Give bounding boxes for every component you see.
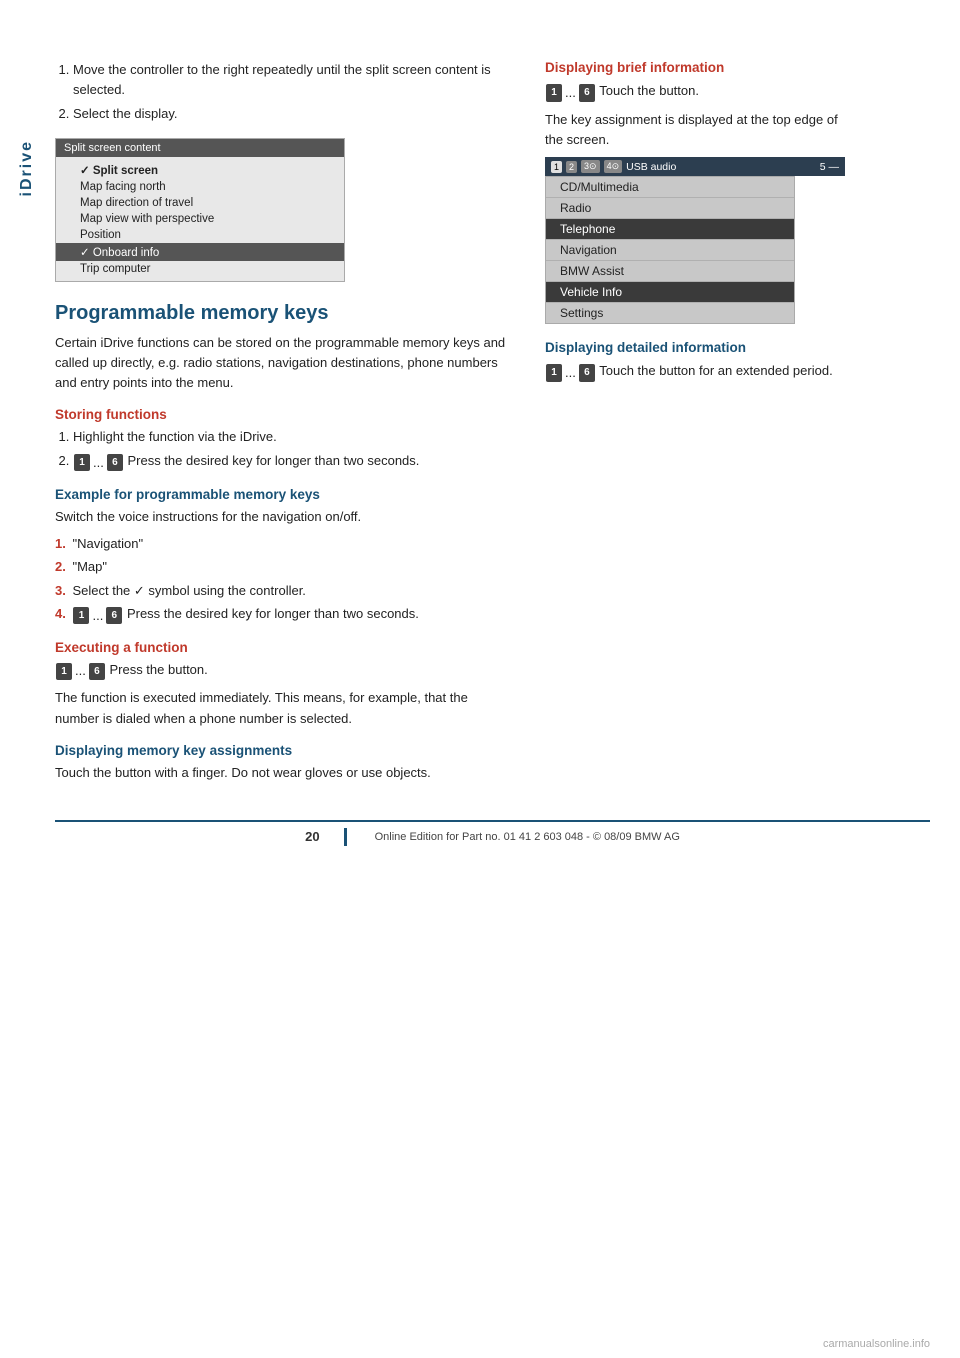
example-item-4: 4. 1 ... 6 Press the desired key for lon… xyxy=(55,604,515,625)
footer-bar xyxy=(344,828,347,846)
split-item-7: Trip computer xyxy=(56,261,344,277)
executing-heading: Executing a function xyxy=(55,640,515,655)
footer: 20 Online Edition for Part no. 01 41 2 6… xyxy=(55,820,930,846)
split-item-2: Map facing north xyxy=(56,179,344,195)
key-badge-6-store: 6 xyxy=(107,454,123,471)
example-item-1: 1. "Navigation" xyxy=(55,534,515,554)
executing-body: The function is executed immediately. Th… xyxy=(55,688,515,728)
key-badge-1-brief: 1 xyxy=(546,84,562,102)
example-heading: Example for programmable memory keys xyxy=(55,487,515,502)
menu-bmw-assist: BMW Assist xyxy=(546,261,794,282)
key-badge-6-detailed: 6 xyxy=(579,364,595,382)
key-badge-1-store: 1 xyxy=(74,454,90,471)
detailed-info-keys: 1 ... 6 Touch the button for an extended… xyxy=(545,361,845,383)
key-row-example: 1 ... 6 xyxy=(72,606,123,626)
key-row-brief: 1 ... 6 xyxy=(545,83,596,103)
example-item-2: 2. "Map" xyxy=(55,557,515,577)
key-row-store: 1 ... 6 xyxy=(73,453,124,473)
menu-telephone: Telephone xyxy=(546,219,794,240)
storing-step-2: 1 ... 6 Press the desired key for longer… xyxy=(73,451,515,472)
split-item-4: Map view with perspective xyxy=(56,211,344,227)
step-2: Select the display. xyxy=(73,104,515,124)
key-badge-6-exec: 6 xyxy=(89,663,105,681)
menu-radio: Radio xyxy=(546,198,794,219)
usb-label: USB audio xyxy=(626,161,676,173)
split-screen-image: Split screen content Split screen Map fa… xyxy=(55,138,345,282)
footer-page: 20 xyxy=(305,829,319,844)
menu-settings: Settings xyxy=(546,303,794,323)
menu-navigation: Navigation xyxy=(546,240,794,261)
split-item-1: Split screen xyxy=(56,161,344,179)
storing-functions-list: Highlight the function via the iDrive. 1… xyxy=(55,427,515,473)
sidebar-label: iDrive xyxy=(18,140,36,196)
key-badge-1-exec: 1 xyxy=(56,663,72,681)
step-1: Move the controller to the right repeate… xyxy=(73,60,515,99)
key-row-detailed: 1 ... 6 xyxy=(545,363,596,383)
key-row-execute: 1 ... 6 xyxy=(55,661,106,681)
footer-text: Online Edition for Part no. 01 41 2 603 … xyxy=(375,831,680,843)
example-item-3: 3. Select the ✓ symbol using the control… xyxy=(55,581,515,601)
menu-cd: CD/Multimedia xyxy=(546,177,794,198)
programmable-heading: Programmable memory keys xyxy=(55,302,515,325)
brief-info-heading: Displaying brief information xyxy=(545,60,845,75)
executing-keys: 1 ... 6 Press the button. xyxy=(55,660,515,682)
watermark: carmanualsonline.info xyxy=(823,1338,930,1350)
displaying-memory-heading: Displaying memory key assignments xyxy=(55,743,515,758)
key-badge-1-detailed: 1 xyxy=(546,364,562,382)
brief-info-keys: 1 ... 6 Touch the button. xyxy=(545,81,845,103)
key-badge-6-example: 6 xyxy=(106,607,122,624)
usb-num-1: 1 xyxy=(551,161,562,173)
usb-num-3: 3⊙ xyxy=(581,160,600,173)
usb-bar: 1 2 3⊙ 4⊙ USB audio 5 — xyxy=(545,157,845,176)
split-screen-title: Split screen content xyxy=(56,139,344,157)
split-item-5: Position xyxy=(56,227,344,243)
key-badge-1-example: 1 xyxy=(73,607,89,624)
usb-num-2: 2 xyxy=(566,161,577,173)
detailed-info-heading: Displaying detailed information xyxy=(545,340,845,355)
programmable-body: Certain iDrive functions can be stored o… xyxy=(55,333,515,393)
menu-vehicle-info: Vehicle Info xyxy=(546,282,794,303)
split-item-3: Map direction of travel xyxy=(56,195,344,211)
usb-num-4: 4⊙ xyxy=(604,160,623,173)
split-screen-body: Split screen Map facing north Map direct… xyxy=(56,157,344,281)
usb-page: 5 — xyxy=(820,161,839,173)
example-body: Switch the voice instructions for the na… xyxy=(55,507,515,527)
storing-step-1: Highlight the function via the iDrive. xyxy=(73,427,515,447)
menu-list: CD/Multimedia Radio Telephone Navigation… xyxy=(545,176,795,324)
storing-functions-heading: Storing functions xyxy=(55,407,515,422)
brief-info-body: The key assignment is displayed at the t… xyxy=(545,110,845,150)
key-badge-6-brief: 6 xyxy=(579,84,595,102)
intro-steps: Move the controller to the right repeate… xyxy=(55,60,515,124)
example-list: 1. "Navigation" 2. "Map" 3. Select the ✓… xyxy=(55,534,515,626)
split-item-6: ✓ Onboard info xyxy=(56,243,344,261)
displaying-memory-body: Touch the button with a finger. Do not w… xyxy=(55,763,515,783)
